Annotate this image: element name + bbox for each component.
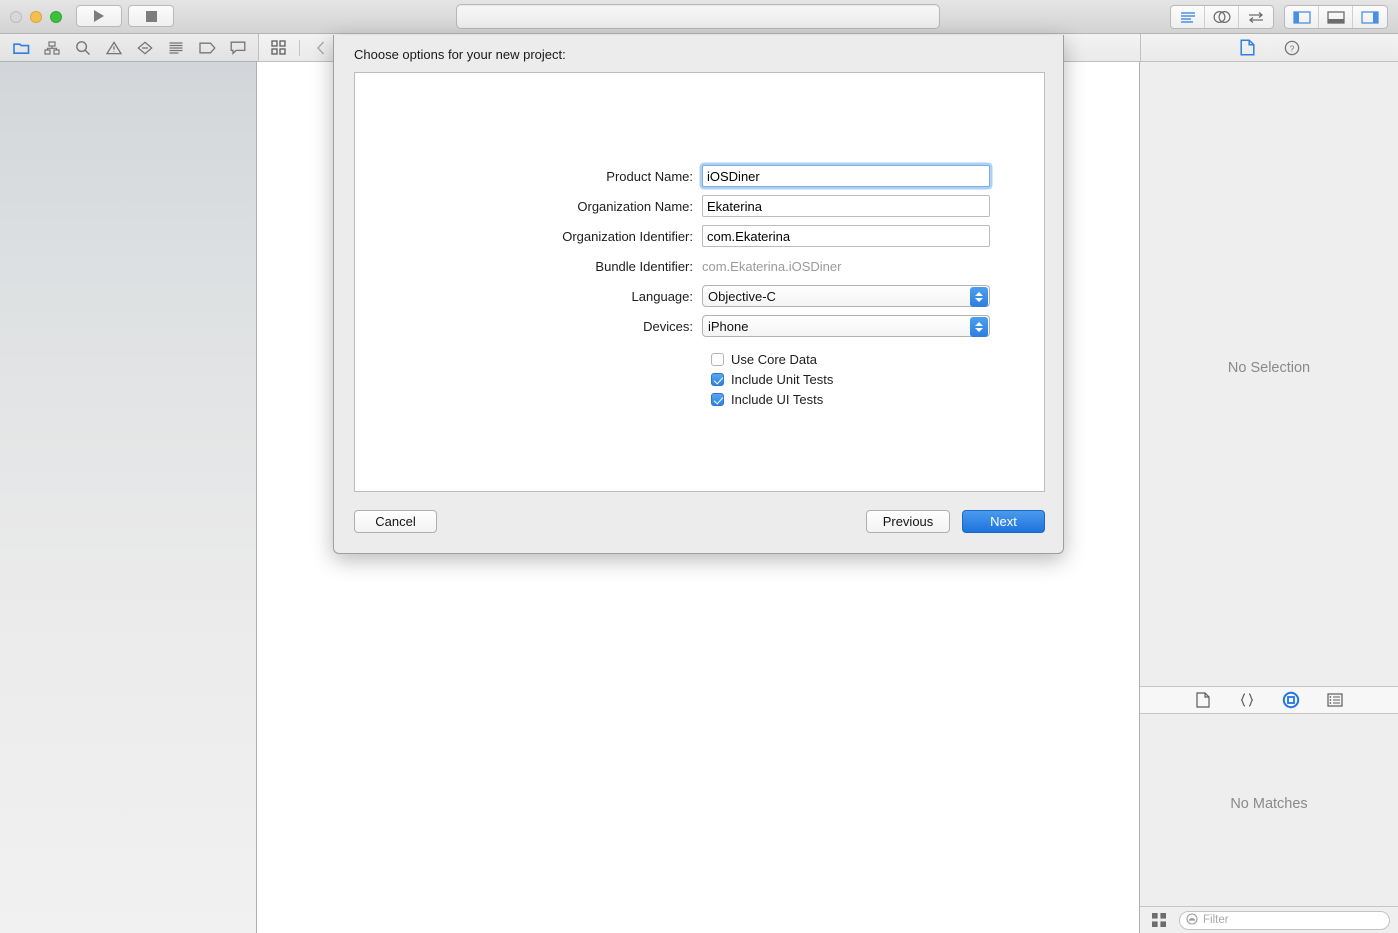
- run-button[interactable]: [76, 5, 122, 27]
- library-filter-bar: Filter: [1140, 906, 1398, 933]
- file-template-library-icon[interactable]: [1192, 690, 1214, 710]
- language-popup-button[interactable]: Objective-C: [702, 285, 990, 307]
- organization-identifier-label: Organization Identifier:: [562, 228, 693, 244]
- inspector-no-selection-label: No Selection: [1227, 360, 1311, 376]
- navigator-panel[interactable]: [0, 62, 257, 933]
- form-row-organization-identifier: Organization Identifier:: [355, 225, 1046, 247]
- navigator-selector-bar: [0, 34, 258, 62]
- form-row-language: Language: Objective-C: [355, 285, 1046, 307]
- editor-mode-segmented: [1170, 5, 1274, 29]
- new-project-options-sheet: Choose options for your new project: Pro…: [333, 35, 1064, 554]
- minimize-window-button[interactable]: [30, 11, 42, 23]
- breakpoint-navigator-icon[interactable]: [196, 38, 218, 58]
- product-name-label: Product Name:: [606, 168, 693, 184]
- checkbox-row-include-unit-tests[interactable]: Include Unit Tests: [711, 369, 1046, 389]
- stop-icon: [145, 10, 157, 22]
- utilities-toggle-button[interactable]: [1353, 6, 1387, 28]
- version-editor-button[interactable]: [1239, 6, 1273, 28]
- chevron-up-icon: [975, 292, 983, 296]
- organization-name-input[interactable]: [702, 195, 990, 217]
- filter-lens-icon: [1186, 912, 1198, 928]
- language-label: Language:: [631, 288, 693, 304]
- library-no-matches-label: No Matches: [1230, 796, 1308, 812]
- standard-editor-button[interactable]: [1171, 6, 1205, 28]
- play-icon: [94, 10, 104, 22]
- file-inspector-icon[interactable]: [1237, 38, 1259, 58]
- utilities-panel: No Selection No Matches: [1140, 62, 1398, 933]
- devices-value: iPhone: [708, 318, 749, 334]
- quick-help-icon[interactable]: ?: [1281, 38, 1303, 58]
- previous-button[interactable]: Previous: [866, 510, 950, 533]
- debug-navigator-icon[interactable]: [165, 38, 187, 58]
- bundle-identifier-label: Bundle Identifier:: [595, 258, 693, 274]
- include-unit-tests-checkbox[interactable]: [711, 372, 724, 386]
- related-items-icon[interactable]: [267, 38, 289, 58]
- code-snippet-library-icon[interactable]: [1236, 690, 1258, 710]
- sheet-content-area: Product Name: Organization Name: Organiz…: [354, 72, 1045, 492]
- run-stop-group: [76, 5, 174, 27]
- navigator-toggle-button[interactable]: [1285, 6, 1319, 28]
- activity-status-bar: [456, 4, 940, 29]
- include-ui-tests-label: Include UI Tests: [731, 391, 824, 407]
- jumpbar-divider: [299, 39, 300, 56]
- language-value: Objective-C: [708, 288, 776, 304]
- debug-area-toggle-button[interactable]: [1319, 6, 1353, 28]
- media-library-icon[interactable]: [1324, 690, 1346, 710]
- chevron-left-icon[interactable]: [310, 38, 332, 58]
- bundle-identifier-value: com.Ekaterina.iOSDiner: [702, 258, 842, 274]
- form-row-devices: Devices: iPhone: [355, 315, 1046, 337]
- sheet-title: Choose options for your new project:: [354, 47, 566, 62]
- library-filter-placeholder: Filter: [1203, 914, 1229, 926]
- devices-label: Devices:: [643, 318, 693, 334]
- maximize-window-button[interactable]: [50, 11, 62, 23]
- window-controls: [10, 11, 62, 23]
- grid-view-icon[interactable]: [1148, 910, 1170, 930]
- include-ui-tests-checkbox[interactable]: [711, 392, 724, 406]
- library-selector-bar: [1140, 687, 1398, 714]
- form-row-product-name: Product Name:: [355, 165, 1046, 187]
- project-options-checkboxes: Use Core Data Include Unit Tests Include…: [355, 349, 1046, 409]
- devices-popup-button[interactable]: iPhone: [702, 315, 990, 337]
- checkbox-row-include-ui-tests[interactable]: Include UI Tests: [711, 389, 1046, 409]
- issue-navigator-icon[interactable]: [103, 38, 125, 58]
- find-navigator-icon[interactable]: [72, 38, 94, 58]
- chevron-down-icon: [975, 328, 983, 332]
- toolbar-right-group: [1170, 5, 1388, 29]
- use-core-data-checkbox[interactable]: [711, 352, 724, 366]
- cancel-button[interactable]: Cancel: [354, 510, 437, 533]
- form-row-organization-name: Organization Name:: [355, 195, 1046, 217]
- project-options-form: Product Name: Organization Name: Organiz…: [355, 165, 1046, 409]
- sheet-footer: Cancel Previous Next: [354, 510, 1045, 534]
- library-filter-field[interactable]: Filter: [1179, 910, 1390, 930]
- object-library-icon[interactable]: [1280, 690, 1302, 710]
- product-name-input[interactable]: [702, 165, 990, 187]
- next-button[interactable]: Next: [962, 510, 1045, 533]
- project-navigator-icon[interactable]: [10, 38, 32, 58]
- form-row-bundle-identifier: Bundle Identifier: com.Ekaterina.iOSDine…: [355, 255, 1046, 277]
- inspector-selector-bar: ?: [1140, 34, 1398, 62]
- use-core-data-label: Use Core Data: [731, 351, 817, 367]
- xcode-window: ? No Selection No Matches Filter Choose …: [0, 0, 1398, 933]
- svg-text:?: ?: [1289, 43, 1294, 53]
- include-unit-tests-label: Include Unit Tests: [731, 371, 834, 387]
- close-window-button[interactable]: [10, 11, 22, 23]
- checkbox-row-use-core-data[interactable]: Use Core Data: [711, 349, 1046, 369]
- test-navigator-icon[interactable]: [134, 38, 156, 58]
- view-toggles-segmented: [1284, 5, 1388, 29]
- report-navigator-icon[interactable]: [227, 38, 249, 58]
- organization-identifier-input[interactable]: [702, 225, 990, 247]
- language-stepper-icon[interactable]: [970, 287, 988, 307]
- devices-stepper-icon[interactable]: [970, 317, 988, 337]
- title-bar: [0, 0, 1398, 34]
- symbol-navigator-icon[interactable]: [41, 38, 63, 58]
- chevron-down-icon: [975, 298, 983, 302]
- organization-name-label: Organization Name:: [577, 198, 693, 214]
- stop-button[interactable]: [128, 5, 174, 27]
- assistant-editor-button[interactable]: [1205, 6, 1239, 28]
- chevron-up-icon: [975, 322, 983, 326]
